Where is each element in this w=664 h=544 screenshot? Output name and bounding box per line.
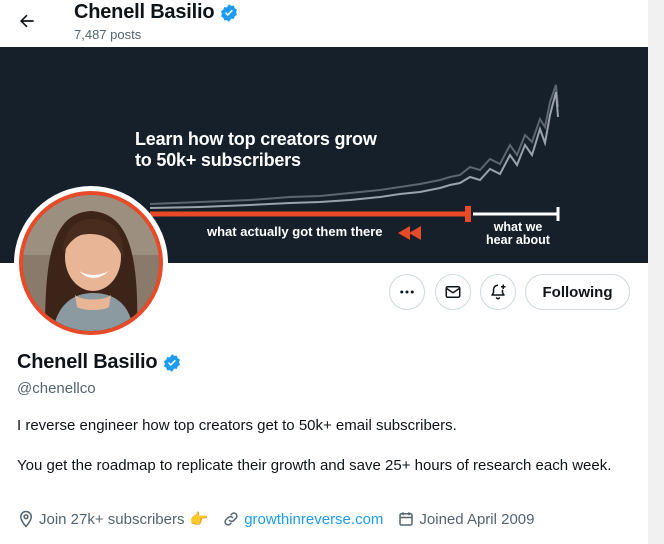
bio-line-2: You get the roadmap to replicate their g…: [17, 457, 612, 474]
posts-count: 7,487 posts: [74, 27, 142, 42]
orange-bar-marker: [465, 206, 471, 222]
profile-name-row: Chenell Basilio: [17, 351, 182, 374]
header-name-row: Chenell Basilio: [74, 1, 239, 24]
following-button[interactable]: Following: [525, 274, 630, 310]
location-item: Join 27k+ subscribers 👉: [17, 510, 208, 528]
pointing-hand-icon: 👉: [189, 511, 209, 528]
profile-handle: @chenellco: [17, 380, 96, 397]
joined-item: Joined April 2009: [397, 510, 535, 528]
banner-actual-label: what actually got them there: [207, 224, 383, 239]
profile-header-bar: Chenell Basilio 7,487 posts: [0, 0, 648, 47]
calendar-icon: [399, 512, 414, 526]
avatar-ring: [19, 191, 163, 335]
header-name: Chenell Basilio: [74, 1, 215, 23]
link-icon: [224, 512, 238, 526]
rewind-arrow-1: [398, 226, 410, 240]
bell-plus-icon: [491, 284, 506, 300]
back-button[interactable]: [10, 4, 44, 38]
avatar[interactable]: [14, 186, 168, 340]
rewind-arrow-2: [409, 226, 421, 240]
website-link[interactable]: growthinreverse.com: [244, 511, 383, 528]
avatar-illustration: [23, 195, 159, 331]
banner-title-line2: to 50k+ subscribers: [135, 150, 301, 170]
banner-title-line1: Learn how top creators grow: [135, 129, 377, 149]
scrollbar[interactable]: [648, 0, 664, 544]
mail-icon: [445, 286, 461, 298]
message-button[interactable]: [435, 274, 471, 310]
banner-hear-label: what we hear about: [476, 221, 560, 247]
verified-badge-icon: [221, 3, 238, 22]
bio-line-1: I reverse engineer how top creators get …: [17, 417, 457, 434]
profile-meta: Join 27k+ subscribers 👉 growthinreverse.…: [17, 510, 549, 528]
notify-button[interactable]: [480, 274, 516, 310]
location-text: Join 27k+ subscribers: [39, 510, 185, 528]
banner-hear-line2: hear about: [486, 233, 550, 247]
profile-bio: I reverse engineer how top creators get …: [17, 416, 627, 496]
more-button[interactable]: [389, 274, 425, 310]
banner-title: Learn how top creators grow to 50k+ subs…: [135, 129, 377, 171]
arrow-left-icon: [20, 14, 34, 28]
avatar-photo: [23, 195, 159, 331]
location-pin-icon: [19, 510, 33, 528]
joined-text: Joined April 2009: [419, 510, 535, 528]
more-icon: [400, 290, 414, 294]
profile-name: Chenell Basilio: [17, 351, 158, 373]
website-item: growthinreverse.com: [222, 510, 383, 528]
verified-badge-icon[interactable]: [162, 353, 182, 373]
